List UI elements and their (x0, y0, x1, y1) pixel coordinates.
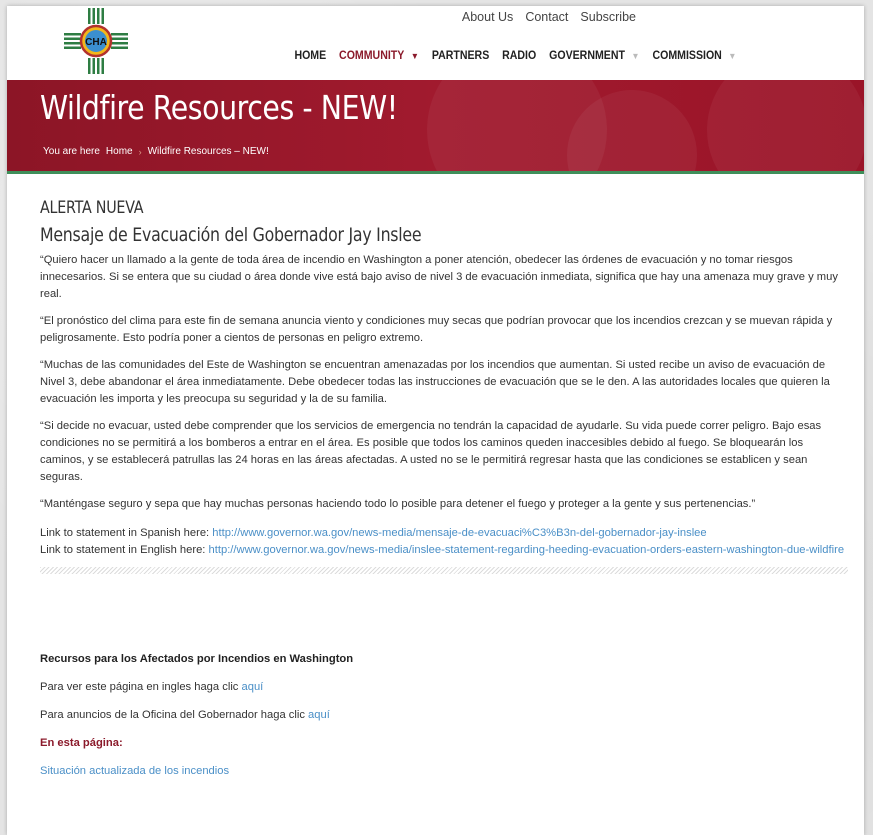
situation-link[interactable]: Situación actualizada de los incendios (40, 763, 848, 780)
statement-paragraph: “El pronóstico del clima para este fin d… (40, 315, 833, 344)
nav-item-community[interactable]: COMMUNITY ▼ (333, 50, 426, 62)
statement-paragraph: “Muchas de las comunidades del Este de W… (40, 359, 830, 405)
top-link-subscribe[interactable]: Subscribe (580, 10, 636, 24)
breadcrumb-prefix: You are here (43, 146, 100, 157)
nav-label-home: HOME (294, 50, 327, 62)
nav-item-home[interactable]: HOME (288, 50, 333, 62)
statement-paragraph: “Manténgase seguro y sepa que hay muchas… (40, 498, 756, 510)
breadcrumb: You are here Home › Wildfire Resources –… (43, 146, 269, 157)
chevron-down-icon: ▼ (410, 51, 419, 61)
spanish-link-label: Link to statement in Spanish here: (40, 527, 213, 539)
nav-item-radio[interactable]: RADIO (496, 50, 543, 62)
banner-decoration (707, 80, 864, 171)
breadcrumb-current: Wildfire Resources – NEW! (147, 146, 269, 157)
nav-label-government: GOVERNMENT (549, 50, 625, 62)
top-links: About Us Contact Subscribe (462, 10, 636, 24)
breadcrumb-home[interactable]: Home (106, 146, 133, 157)
page-container: CHA About Us Contact Subscribe HOME COMM… (7, 6, 864, 835)
banner-divider (7, 171, 864, 174)
governor-line: Para anuncios de la Oficina del Gobernad… (40, 707, 848, 724)
page-title: Wildfire Resources - NEW! (40, 88, 398, 127)
english-page-line: Para ver este página en ingles haga clic… (40, 679, 848, 696)
logo-text: CHA (85, 37, 107, 48)
nav-label-partners: PARTNERS (431, 50, 490, 62)
governor-text: Para anuncios de la Oficina del Gobernad… (40, 709, 309, 721)
site-header: CHA About Us Contact Subscribe HOME COMM… (7, 6, 864, 80)
top-link-about[interactable]: About Us (462, 10, 513, 24)
on-this-page-heading: En esta página: (40, 737, 123, 749)
spanish-statement-link[interactable]: http://www.governor.wa.gov/news-media/me… (212, 527, 706, 539)
nav-label-commission: COMMISSION (652, 50, 722, 62)
chevron-right-icon: › (138, 146, 142, 157)
english-statement-link[interactable]: http://www.governor.wa.gov/news-media/in… (209, 544, 845, 556)
chevron-down-icon: ▼ (631, 51, 640, 61)
nav-item-partners[interactable]: PARTNERS (425, 50, 495, 62)
page-banner: Wildfire Resources - NEW! You are here H… (7, 80, 864, 171)
english-page-text: Para ver este página en ingles haga clic (40, 681, 242, 693)
cha-logo[interactable]: CHA (54, 8, 138, 74)
statement-paragraph: “Si decide no evacuar, usted debe compre… (40, 420, 822, 483)
chevron-down-icon: ▼ (728, 51, 737, 61)
nav-item-commission[interactable]: COMMISSION ▼ (646, 50, 743, 62)
main-content: ALERTA NUEVA Mensaje de Evacuación del G… (40, 176, 848, 780)
governor-link[interactable]: aquí (308, 709, 330, 721)
english-page-link[interactable]: aquí (242, 681, 264, 693)
nav-item-government[interactable]: GOVERNMENT ▼ (543, 50, 646, 62)
alert-heading: ALERTA NUEVA (40, 198, 144, 218)
resources-title: Recursos para los Afectados por Incendio… (40, 653, 354, 665)
nav-label-community: COMMUNITY (339, 50, 405, 62)
top-link-contact[interactable]: Contact (525, 10, 568, 24)
statement-paragraph: “Quiero hacer un llamado a la gente de t… (40, 254, 838, 300)
statement-links: Link to statement in Spanish here: http:… (40, 525, 848, 559)
section-divider (40, 567, 848, 574)
nav-label-radio: RADIO (502, 50, 537, 62)
english-link-label: Link to statement in English here: (40, 544, 209, 556)
message-heading: Mensaje de Evacuación del Gobernador Jay… (40, 224, 422, 246)
main-nav: HOME COMMUNITY ▼ PARTNERS RADIO GOVERNME… (288, 50, 743, 62)
